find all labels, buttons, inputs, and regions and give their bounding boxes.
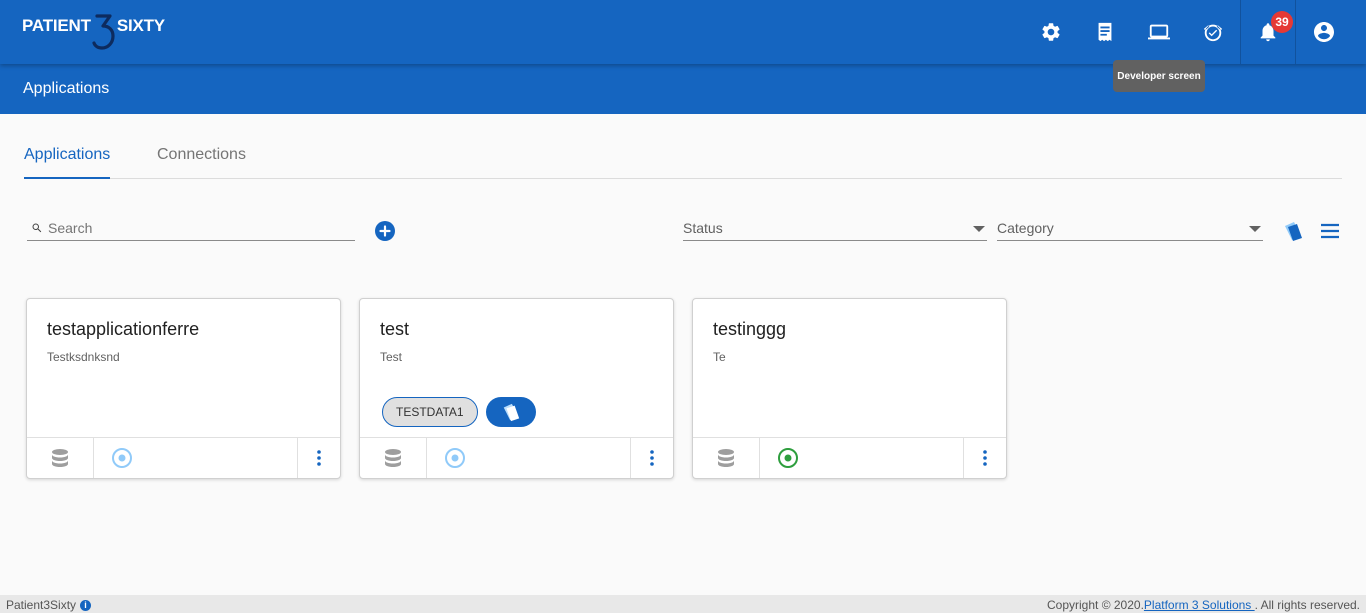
plus-icon xyxy=(379,225,391,237)
tag-chip[interactable] xyxy=(485,397,536,427)
tab-applications[interactable]: Applications xyxy=(24,146,111,179)
database-icon xyxy=(718,449,734,467)
database-icon xyxy=(385,449,401,467)
application-name: testinggg xyxy=(713,319,787,339)
dropdown-arrow-icon xyxy=(973,226,985,232)
search-field xyxy=(27,216,355,241)
alarm-check-icon xyxy=(1203,24,1223,42)
receipt-icon xyxy=(1098,22,1112,42)
company-link[interactable]: Platform 3 Solutions xyxy=(1144,598,1255,612)
application-card[interactable]: testapplicationferre Testksdnksnd xyxy=(26,298,341,479)
more-options-button[interactable] xyxy=(963,438,1006,478)
database-button[interactable] xyxy=(693,438,760,478)
menu-icon xyxy=(1321,223,1339,239)
copyright-prefix: Copyright © 2020. xyxy=(1047,598,1144,612)
search-input[interactable] xyxy=(48,220,328,236)
logo-text-left: PATIENT xyxy=(22,16,91,35)
database-button[interactable] xyxy=(27,438,94,478)
database-icon xyxy=(52,449,68,467)
app-logo[interactable]: PATIENT SIXTY xyxy=(22,14,165,52)
developer-screen-button[interactable] xyxy=(1132,0,1186,64)
tag-view-toggle[interactable] xyxy=(1281,220,1305,247)
reports-button[interactable] xyxy=(1078,0,1132,64)
tags-icon xyxy=(1285,222,1302,241)
logo-text-right: SIXTY xyxy=(116,16,165,35)
more-vert-icon xyxy=(317,450,321,466)
developer-screen-tooltip: Developer screen xyxy=(1113,60,1205,92)
copyright-suffix: . All rights reserved. xyxy=(1254,598,1360,612)
status-indicator xyxy=(777,447,799,469)
application-description: Testksdnksnd xyxy=(47,350,120,364)
status-indicator xyxy=(444,447,466,469)
card-footer xyxy=(360,437,673,478)
more-options-button[interactable] xyxy=(297,438,340,478)
category-chip[interactable]: TESTDATA1 xyxy=(382,397,478,427)
info-icon[interactable]: i xyxy=(80,599,92,611)
application-card[interactable]: test Test TESTDATA1 xyxy=(359,298,674,479)
status-select[interactable]: Status xyxy=(683,216,987,241)
tab-bar: Applications Connections xyxy=(24,114,1342,179)
footer-copyright: Copyright © 2020.Platform 3 Solutions . … xyxy=(1047,598,1360,612)
status-select-label: Status xyxy=(683,220,723,236)
dropdown-arrow-icon xyxy=(1249,226,1261,232)
category-select[interactable]: Category xyxy=(997,216,1263,241)
page-title: Applications xyxy=(23,80,110,97)
account-button[interactable] xyxy=(1295,0,1351,64)
search-icon xyxy=(32,223,42,233)
category-select-label: Category xyxy=(997,220,1054,236)
gear-icon xyxy=(1042,23,1060,41)
notifications-button[interactable]: 39 xyxy=(1240,0,1295,64)
application-name: testapplicationferre xyxy=(47,319,200,339)
card-footer xyxy=(27,437,340,478)
add-application-button[interactable] xyxy=(375,221,395,241)
footer-app-info: Patient3Sixty i xyxy=(6,598,92,612)
footer-bar: Patient3Sixty i Copyright © 2020.Platfor… xyxy=(0,595,1366,613)
alarm-button[interactable] xyxy=(1186,0,1240,64)
application-description: Test xyxy=(380,350,403,364)
application-card[interactable]: testinggg Te xyxy=(692,298,1007,479)
logo-three-icon xyxy=(92,14,116,52)
notification-badge: 39 xyxy=(1271,11,1293,33)
tab-connections[interactable]: Connections xyxy=(157,146,246,177)
laptop-icon xyxy=(1148,24,1170,40)
more-vert-icon xyxy=(983,450,987,466)
application-name: test xyxy=(380,319,410,339)
status-indicator xyxy=(111,447,133,469)
more-vert-icon xyxy=(650,450,654,466)
tags-icon xyxy=(503,403,519,422)
database-button[interactable] xyxy=(360,438,427,478)
radio-status-icon xyxy=(778,448,798,468)
top-icon-bar: 39 xyxy=(1024,0,1366,64)
more-options-button[interactable] xyxy=(630,438,673,478)
list-view-toggle[interactable] xyxy=(1320,223,1340,244)
account-circle-icon xyxy=(1313,22,1334,42)
chip-list: TESTDATA1 xyxy=(382,397,536,427)
card-footer xyxy=(693,437,1006,478)
settings-button[interactable] xyxy=(1024,0,1078,64)
application-description: Te xyxy=(713,350,726,364)
footer-app-name: Patient3Sixty xyxy=(6,598,77,612)
radio-status-icon xyxy=(112,448,132,468)
top-app-bar: PATIENT SIXTY 39 xyxy=(0,0,1366,64)
radio-status-icon xyxy=(445,448,465,468)
